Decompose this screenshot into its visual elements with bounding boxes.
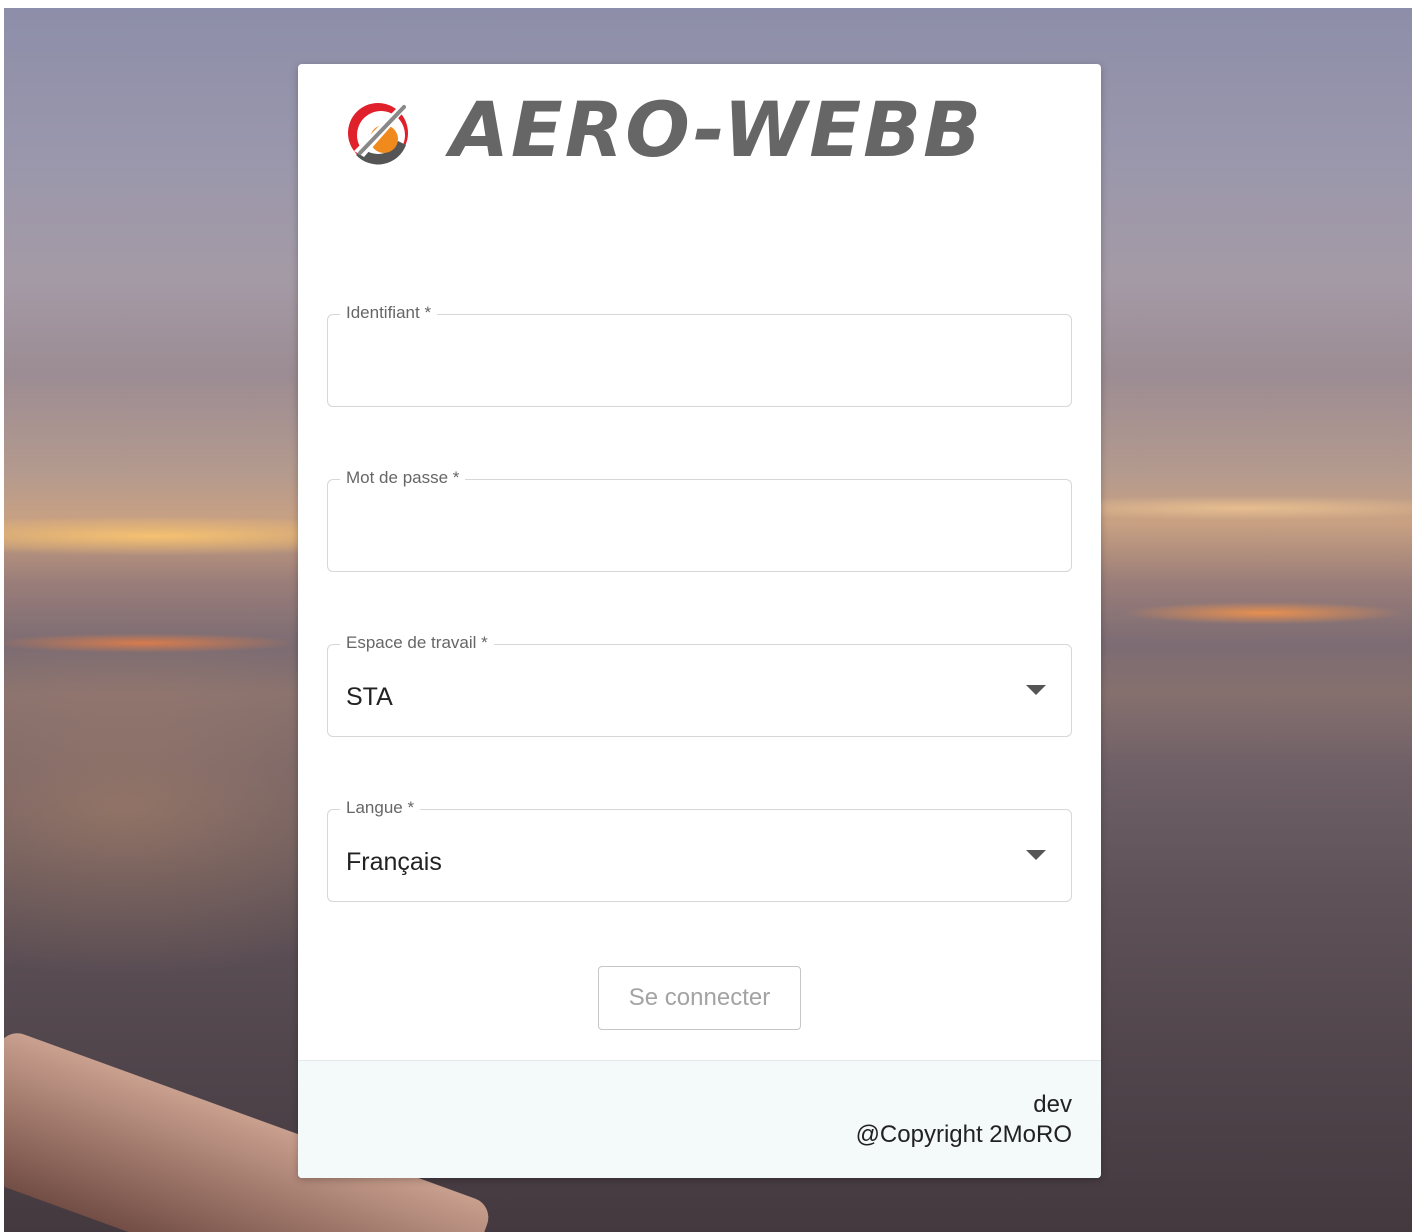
login-card: AERO-WEBB Identifiant * Mot de passe * E…: [298, 64, 1101, 1178]
username-input[interactable]: [346, 345, 1011, 393]
aero-webb-logo-icon: [348, 103, 408, 165]
username-field[interactable]: Identifiant *: [327, 303, 1072, 407]
brand-name: AERO-WEBB: [450, 85, 984, 174]
password-label: Mot de passe *: [340, 468, 466, 488]
workspace-select[interactable]: Espace de travail * STA: [327, 633, 1072, 737]
brand-logo: AERO-WEBB: [344, 90, 983, 170]
copyright-text: @Copyright 2MoRO: [855, 1121, 1072, 1148]
password-field[interactable]: Mot de passe *: [327, 468, 1072, 572]
workspace-value: STA: [346, 683, 393, 711]
language-select[interactable]: Langue * Français: [327, 798, 1072, 902]
language-value: Français: [346, 848, 442, 876]
environment-label: dev: [1033, 1091, 1072, 1118]
chevron-down-icon[interactable]: [1026, 850, 1046, 860]
username-label: Identifiant *: [340, 303, 438, 323]
chevron-down-icon[interactable]: [1026, 685, 1046, 695]
login-button[interactable]: Se connecter: [598, 966, 801, 1030]
card-footer: dev @Copyright 2MoRO: [298, 1060, 1101, 1178]
password-input[interactable]: [346, 510, 1011, 558]
workspace-label: Espace de travail *: [340, 633, 494, 653]
language-label: Langue *: [340, 798, 421, 818]
